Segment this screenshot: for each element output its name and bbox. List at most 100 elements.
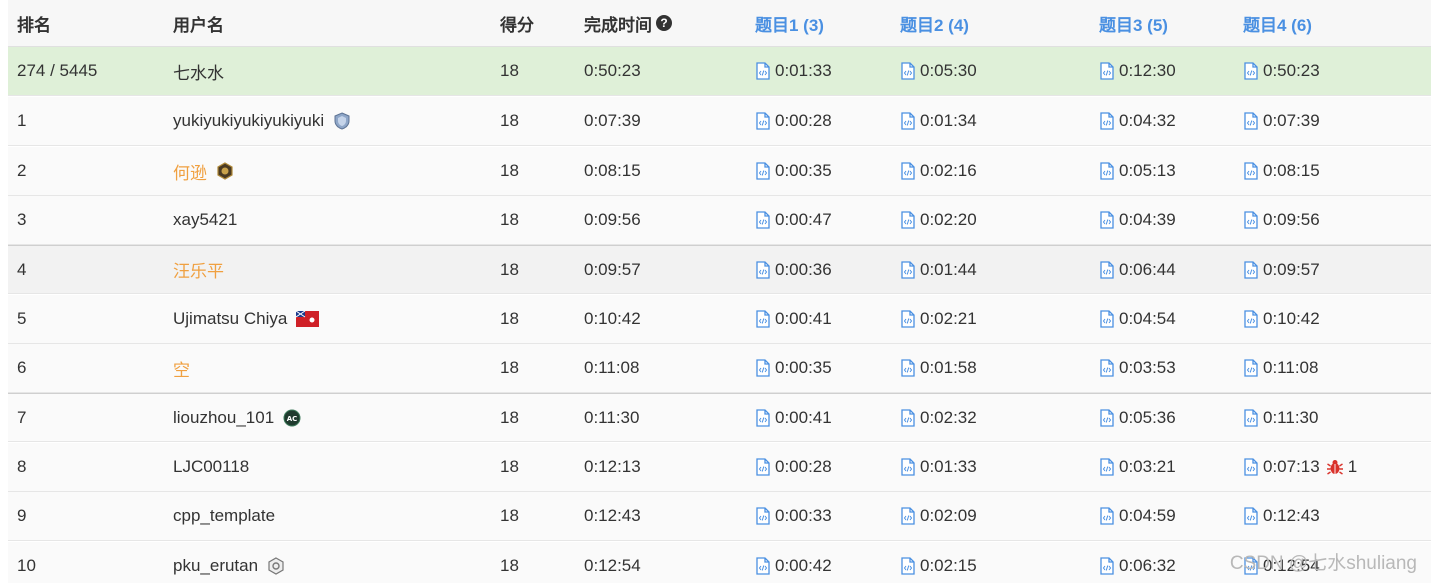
- problem-4-cell[interactable]: 0:11:08: [1243, 344, 1318, 392]
- code-file-icon[interactable]: [900, 62, 920, 80]
- header-problem-4[interactable]: 题目4 (6): [1243, 0, 1312, 46]
- code-file-icon[interactable]: [1243, 112, 1263, 130]
- problem-2-cell[interactable]: 0:05:30: [900, 47, 977, 95]
- code-file-icon[interactable]: [1099, 557, 1119, 575]
- problem-1-cell[interactable]: 0:00:41: [755, 295, 832, 343]
- code-file-icon[interactable]: [1099, 408, 1119, 427]
- problem-3-cell[interactable]: 0:05:13: [1099, 147, 1176, 195]
- user-link[interactable]: yukiyukiyukiyukiyuki: [173, 111, 324, 131]
- problem-1-cell[interactable]: 0:00:33: [755, 492, 832, 540]
- code-file-icon[interactable]: [755, 162, 775, 180]
- problem-3-cell[interactable]: 0:04:54: [1099, 295, 1176, 343]
- problem-2-cell[interactable]: 0:02:32: [900, 394, 977, 441]
- header-problem-1[interactable]: 题目1 (3): [755, 0, 824, 46]
- problem-1-cell[interactable]: 0:00:28: [755, 97, 832, 145]
- problem-1-cell[interactable]: 0:00:28: [755, 443, 832, 491]
- code-file-icon[interactable]: [755, 359, 775, 377]
- problem-1-cell[interactable]: 0:00:36: [755, 246, 832, 293]
- problem-2-cell[interactable]: 0:01:58: [900, 344, 977, 392]
- problem-4-cell[interactable]: 0:07:13 1: [1243, 443, 1357, 491]
- code-file-icon[interactable]: [755, 310, 775, 328]
- code-file-icon[interactable]: [755, 211, 775, 229]
- code-file-icon[interactable]: [1099, 507, 1119, 525]
- code-file-icon[interactable]: [1243, 310, 1263, 328]
- problem-2-cell[interactable]: 0:02:20: [900, 196, 977, 244]
- problem-3-cell[interactable]: 0:04:32: [1099, 97, 1176, 145]
- code-file-icon[interactable]: [900, 458, 920, 476]
- code-file-icon[interactable]: [1099, 458, 1119, 476]
- code-file-icon[interactable]: [900, 359, 920, 377]
- problem-3-cell[interactable]: 0:04:39: [1099, 196, 1176, 244]
- code-file-icon[interactable]: [755, 112, 775, 130]
- code-file-icon[interactable]: [1243, 62, 1263, 80]
- problem-4-cell[interactable]: 0:50:23: [1243, 47, 1320, 95]
- code-file-icon[interactable]: [1243, 458, 1263, 476]
- code-file-icon[interactable]: [755, 408, 775, 427]
- code-file-icon[interactable]: [755, 507, 775, 525]
- code-file-icon[interactable]: [1243, 260, 1263, 279]
- user-link[interactable]: Ujimatsu Chiya: [173, 309, 287, 329]
- code-file-icon[interactable]: [1099, 211, 1119, 229]
- problem-3-cell[interactable]: 0:12:30: [1099, 47, 1176, 95]
- problem-1-cell[interactable]: 0:00:35: [755, 147, 832, 195]
- problem-4-cell[interactable]: 0:08:15: [1243, 147, 1320, 195]
- code-file-icon[interactable]: [900, 408, 920, 427]
- code-file-icon[interactable]: [1099, 359, 1119, 377]
- code-file-icon[interactable]: [900, 557, 920, 575]
- code-file-icon[interactable]: [755, 62, 775, 80]
- code-file-icon[interactable]: [755, 260, 775, 279]
- problem-1-cell[interactable]: 0:01:33: [755, 47, 832, 95]
- code-file-icon[interactable]: [900, 112, 920, 130]
- code-file-icon[interactable]: [900, 310, 920, 328]
- problem-4-cell[interactable]: 0:12:43: [1243, 492, 1320, 540]
- code-file-icon[interactable]: [1243, 162, 1263, 180]
- problem-3-cell[interactable]: 0:06:44: [1099, 246, 1176, 293]
- user-link[interactable]: LJC00118: [173, 457, 249, 477]
- user-link[interactable]: 七水水: [173, 59, 224, 84]
- problem-4-cell[interactable]: 0:09:56: [1243, 196, 1320, 244]
- question-circle-icon[interactable]: ?: [656, 15, 672, 31]
- code-file-icon[interactable]: [1099, 62, 1119, 80]
- user-link[interactable]: cpp_template: [173, 506, 275, 526]
- code-file-icon[interactable]: [1099, 162, 1119, 180]
- problem-4-cell[interactable]: 0:10:42: [1243, 295, 1320, 343]
- code-file-icon[interactable]: [1099, 310, 1119, 328]
- problem-4-cell[interactable]: 0:07:39: [1243, 97, 1320, 145]
- header-problem-3[interactable]: 题目3 (5): [1099, 0, 1168, 46]
- code-file-icon[interactable]: [1243, 211, 1263, 229]
- problem-2-cell[interactable]: 0:02:15: [900, 542, 977, 583]
- user-link[interactable]: liouzhou_101: [173, 408, 274, 428]
- problem-2-cell[interactable]: 0:01:34: [900, 97, 977, 145]
- code-file-icon[interactable]: [1243, 359, 1263, 377]
- problem-4-cell[interactable]: 0:11:30: [1243, 394, 1318, 441]
- user-link[interactable]: 空: [173, 356, 190, 381]
- code-file-icon[interactable]: [1099, 112, 1119, 130]
- problem-3-cell[interactable]: 0:06:32: [1099, 542, 1176, 583]
- problem-1-cell[interactable]: 0:00:35: [755, 344, 832, 392]
- code-file-icon[interactable]: [900, 260, 920, 279]
- code-file-icon[interactable]: [755, 557, 775, 575]
- problem-1-cell[interactable]: 0:00:41: [755, 394, 832, 441]
- problem-1-cell[interactable]: 0:00:47: [755, 196, 832, 244]
- problem-2-cell[interactable]: 0:01:33: [900, 443, 977, 491]
- problem-3-cell[interactable]: 0:05:36: [1099, 394, 1176, 441]
- problem-3-cell[interactable]: 0:04:59: [1099, 492, 1176, 540]
- problem-3-cell[interactable]: 0:03:53: [1099, 344, 1176, 392]
- problem-2-cell[interactable]: 0:02:21: [900, 295, 977, 343]
- code-file-icon[interactable]: [900, 211, 920, 229]
- header-problem-2[interactable]: 题目2 (4): [900, 0, 969, 46]
- code-file-icon[interactable]: [900, 507, 920, 525]
- user-link[interactable]: 汪乐平: [173, 257, 224, 282]
- problem-4-cell[interactable]: 0:09:57: [1243, 246, 1320, 293]
- problem-3-cell[interactable]: 0:03:21: [1099, 443, 1176, 491]
- code-file-icon[interactable]: [1243, 507, 1263, 525]
- user-link[interactable]: xay5421: [173, 210, 237, 230]
- user-link[interactable]: pku_erutan: [173, 556, 258, 576]
- problem-2-cell[interactable]: 0:02:16: [900, 147, 977, 195]
- user-link[interactable]: 何逊: [173, 159, 207, 184]
- problem-1-cell[interactable]: 0:00:42: [755, 542, 832, 583]
- code-file-icon[interactable]: [755, 458, 775, 476]
- problem-2-cell[interactable]: 0:01:44: [900, 246, 977, 293]
- problem-2-cell[interactable]: 0:02:09: [900, 492, 977, 540]
- code-file-icon[interactable]: [1099, 260, 1119, 279]
